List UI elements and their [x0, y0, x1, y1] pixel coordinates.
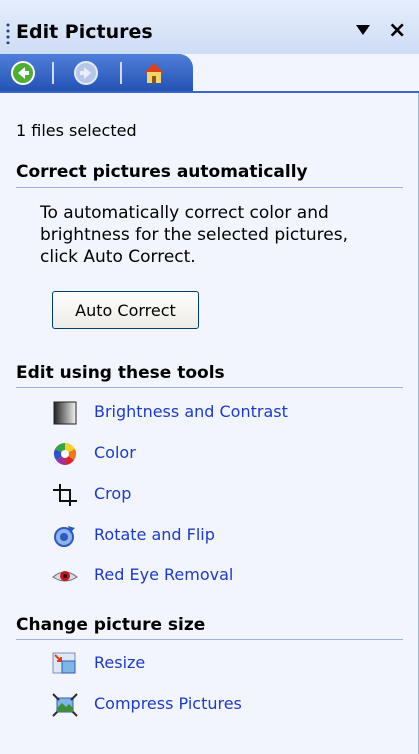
pane-grip-handle[interactable]	[6, 22, 10, 44]
tool-label: Crop	[94, 484, 132, 503]
section-heading-tools: Edit using these tools	[16, 363, 225, 383]
navigation-button-strip	[0, 54, 193, 92]
close-icon[interactable]: ×	[388, 16, 406, 46]
navigation-divider	[0, 91, 419, 93]
rotate-flip-icon	[54, 526, 75, 547]
resize-link[interactable]: Resize	[52, 649, 182, 679]
navigation-bar	[0, 54, 419, 92]
back-arrow-icon	[11, 61, 35, 85]
pane-title: Edit Pictures	[16, 21, 153, 43]
compress-pictures-icon	[52, 693, 78, 717]
tool-label: Color	[94, 443, 136, 462]
nav-separator	[120, 62, 122, 84]
section-divider	[16, 187, 403, 188]
section-heading-size: Change picture size	[16, 615, 206, 635]
resize-icon	[52, 652, 76, 674]
tool-label: Rotate and Flip	[94, 525, 215, 544]
forward-arrow-icon	[74, 61, 98, 85]
color-wheel-icon	[53, 442, 77, 465]
auto-correct-button[interactable]: Auto Correct	[52, 291, 199, 329]
section-heading-correct: Correct pictures automatically	[16, 162, 308, 182]
task-pane-title-bar: Edit Pictures ×	[0, 0, 419, 54]
rotate-flip-link[interactable]: Rotate and Flip	[52, 521, 262, 551]
nav-separator	[52, 62, 54, 84]
tool-label: Compress Pictures	[94, 694, 242, 713]
brightness-contrast-icon	[53, 401, 77, 425]
tool-label: Resize	[94, 653, 146, 672]
brightness-contrast-link[interactable]: Brightness and Contrast	[52, 398, 342, 428]
red-eye-icon	[52, 571, 78, 582]
tool-label: Red Eye Removal	[94, 565, 234, 584]
crop-icon	[53, 484, 77, 506]
forward-button[interactable]	[73, 60, 99, 86]
home-button[interactable]	[141, 60, 167, 86]
red-eye-removal-link[interactable]: Red Eye Removal	[52, 561, 262, 591]
color-link[interactable]: Color	[52, 439, 172, 469]
selection-status: 1 files selected	[16, 121, 137, 140]
section-divider	[16, 639, 403, 640]
compress-pictures-link[interactable]: Compress Pictures	[52, 690, 282, 720]
auto-correct-description: To automatically correct color and brigh…	[40, 203, 348, 267]
tool-label: Brightness and Contrast	[94, 402, 288, 421]
dropdown-arrow-icon[interactable]	[356, 25, 370, 35]
crop-link[interactable]: Crop	[52, 480, 172, 510]
section-divider	[16, 387, 403, 388]
home-icon	[144, 63, 164, 83]
edit-pictures-task-pane: Edit Pictures × 1 files selected Correct…	[0, 0, 419, 754]
back-button[interactable]	[10, 60, 36, 86]
